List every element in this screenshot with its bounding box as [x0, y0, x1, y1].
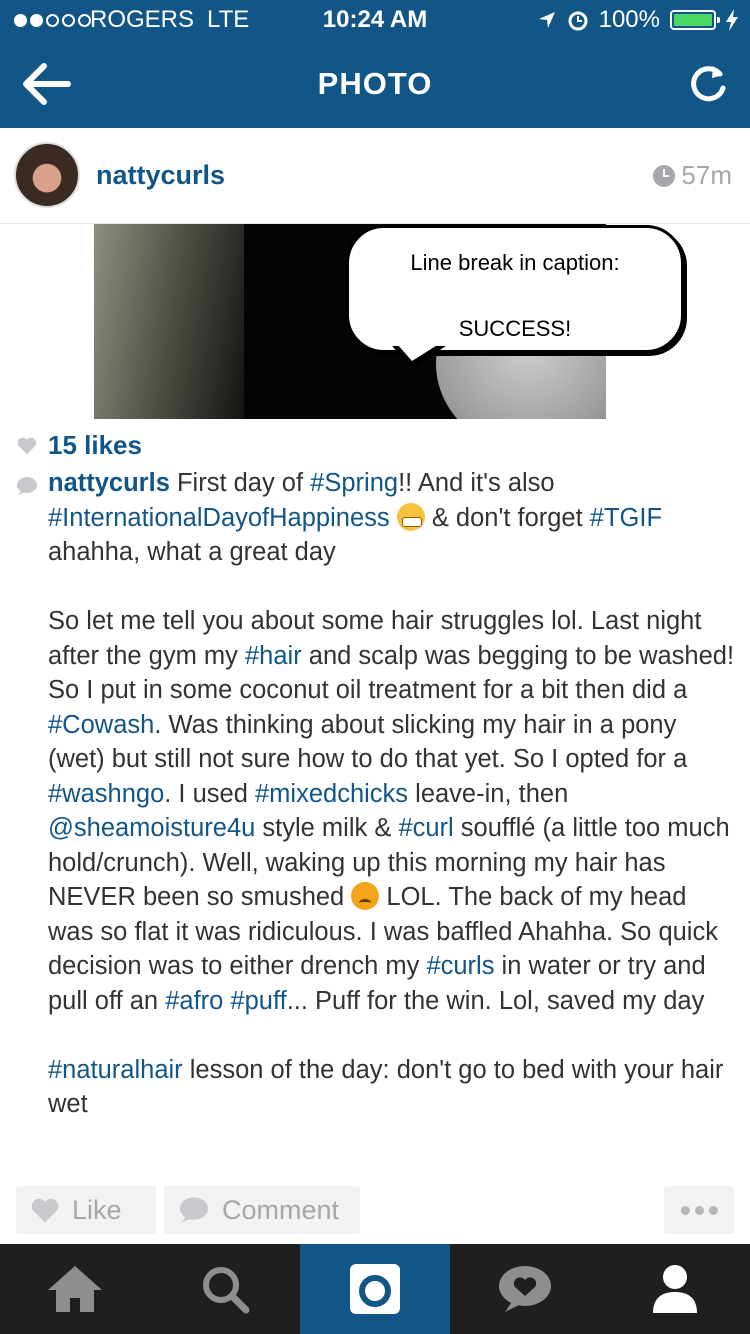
comment-button[interactable]: Comment — [164, 1186, 360, 1234]
tab-bar — [0, 1244, 750, 1334]
post-timestamp: 57m — [653, 160, 732, 191]
heart-icon — [17, 437, 37, 454]
activity-icon — [499, 1266, 551, 1312]
tab-search[interactable] — [150, 1244, 300, 1334]
caption-paragraph-3: #naturalhair lesson of the day: don't go… — [48, 1055, 724, 1119]
battery-percent: 100% — [598, 6, 660, 33]
clock-icon — [653, 164, 676, 187]
likes-count[interactable]: 15 likes — [16, 430, 142, 461]
top-bar: ROGERS LTE 10:24 AM 100% PHOTO — [0, 0, 750, 128]
tab-home[interactable] — [0, 1244, 150, 1334]
hashtag-link[interactable]: #curls — [426, 952, 494, 980]
battery-icon — [670, 10, 720, 30]
like-button[interactable]: Like — [16, 1186, 156, 1234]
tab-camera[interactable] — [300, 1244, 450, 1334]
post-actions: Like Comment — [0, 1186, 750, 1236]
avatar[interactable] — [14, 142, 80, 208]
hashtag-link[interactable]: #Cowash — [48, 711, 154, 739]
comment-label: Comment — [222, 1194, 340, 1225]
hashtag-link[interactable]: #TGIF — [590, 504, 662, 532]
caption-author[interactable]: nattycurls — [48, 469, 170, 497]
hashtag-link[interactable]: #washngo — [48, 780, 164, 808]
profile-icon — [653, 1265, 697, 1313]
home-icon — [48, 1266, 102, 1312]
hashtag-link[interactable]: #naturalhair — [48, 1056, 183, 1084]
comment-bubble-icon — [17, 477, 37, 495]
tab-activity[interactable] — [450, 1244, 600, 1334]
hashtag-link[interactable]: #mixedchicks — [255, 780, 408, 808]
photo-speech-bubble: Line break in caption: SUCCESS! — [346, 225, 684, 353]
location-arrow-icon — [538, 12, 555, 28]
time-ago-text: 57m — [681, 160, 732, 190]
mention-link[interactable]: @sheamoisture4u — [48, 814, 255, 842]
speech-bubble-tail — [392, 344, 446, 368]
caption-text: nattycurls First day of #Spring!! And it… — [48, 466, 738, 1156]
charging-bolt-icon — [726, 9, 738, 31]
like-label: Like — [72, 1194, 122, 1225]
post-header: nattycurls 57m — [0, 128, 750, 224]
refresh-icon[interactable] — [686, 62, 730, 106]
likes-text: 15 likes — [48, 430, 142, 460]
grinning-emoji-icon — [396, 502, 425, 531]
more-options-button[interactable] — [664, 1186, 734, 1234]
hashtag-link[interactable]: #hair — [245, 642, 302, 670]
camera-icon — [350, 1264, 400, 1314]
hashtag-link[interactable]: #curl — [398, 814, 453, 842]
status-bar: ROGERS LTE 10:24 AM 100% — [0, 0, 750, 40]
hashtag-link[interactable]: #puff — [230, 987, 286, 1015]
speech-bubble-line-2: SUCCESS! — [458, 316, 572, 341]
caption-paragraph-2: So let me tell you about some hair strug… — [48, 607, 735, 1015]
search-icon — [203, 1267, 250, 1314]
hashtag-link[interactable]: #afro — [165, 987, 223, 1015]
navigation-bar: PHOTO — [0, 40, 750, 128]
hashtag-link[interactable]: #InternationalDayofHappiness — [48, 504, 390, 532]
more-icon — [680, 1205, 690, 1215]
hashtag-link[interactable]: #Spring — [310, 469, 398, 497]
page-title: PHOTO — [317, 66, 433, 101]
heart-icon — [31, 1198, 59, 1223]
post-username[interactable]: nattycurls — [96, 160, 225, 191]
comment-bubble-icon — [180, 1197, 208, 1223]
speech-bubble-line-1: Line break in caption: — [410, 250, 620, 275]
alarm-clock-icon — [568, 11, 588, 31]
caption-paragraph-1: nattycurls First day of #Spring!! And it… — [48, 469, 663, 566]
tab-profile[interactable] — [600, 1244, 750, 1334]
tired-face-emoji-icon — [351, 882, 380, 910]
